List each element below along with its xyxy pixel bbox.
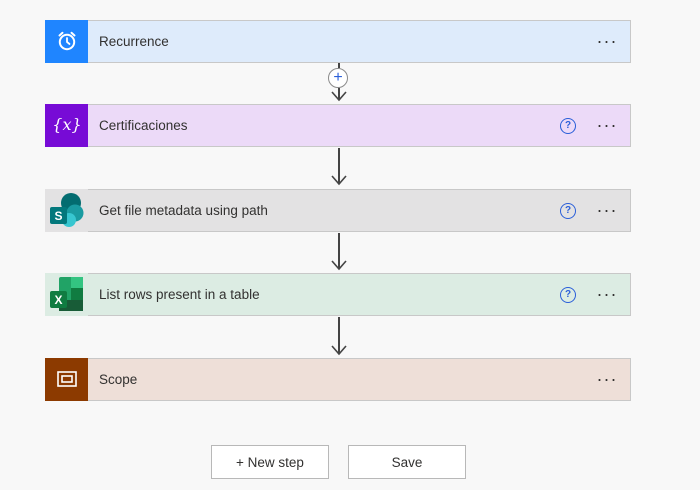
svg-text:X: X	[54, 293, 62, 307]
save-button[interactable]: Save	[348, 445, 466, 479]
svg-text:{x}: {x}	[52, 115, 81, 134]
step-card-certificaciones[interactable]: {x} Certificaciones ? ···	[45, 103, 631, 147]
svg-text:S: S	[54, 209, 62, 223]
scope-icon	[45, 357, 88, 401]
more-options-button[interactable]: ···	[594, 31, 620, 52]
more-options-button[interactable]: ···	[594, 284, 620, 305]
step-card-recurrence[interactable]: Recurrence ···	[45, 19, 631, 63]
sharepoint-icon: S	[45, 188, 88, 232]
step-card-get-file-metadata[interactable]: S Get file metadata using path ? ···	[45, 188, 631, 232]
more-options-button[interactable]: ···	[594, 369, 620, 390]
step-title: List rows present in a table	[99, 287, 260, 302]
step-card-list-rows[interactable]: X List rows present in a table ? ···	[45, 272, 631, 316]
help-icon[interactable]: ?	[560, 117, 576, 134]
variable-icon: {x}	[45, 103, 88, 147]
alarm-clock-icon	[45, 19, 88, 63]
step-card-scope[interactable]: Scope ···	[45, 357, 631, 401]
insert-step-button[interactable]: +	[328, 68, 348, 88]
excel-icon: X	[45, 272, 88, 316]
new-step-button[interactable]: + New step	[211, 445, 329, 479]
step-title: Recurrence	[99, 34, 169, 49]
help-icon[interactable]: ?	[560, 286, 576, 303]
more-options-button[interactable]: ···	[594, 200, 620, 221]
step-title: Scope	[99, 372, 138, 387]
step-title: Get file metadata using path	[99, 203, 268, 218]
help-icon[interactable]: ?	[560, 202, 576, 219]
step-title: Certificaciones	[99, 118, 188, 133]
more-options-button[interactable]: ···	[594, 115, 620, 136]
